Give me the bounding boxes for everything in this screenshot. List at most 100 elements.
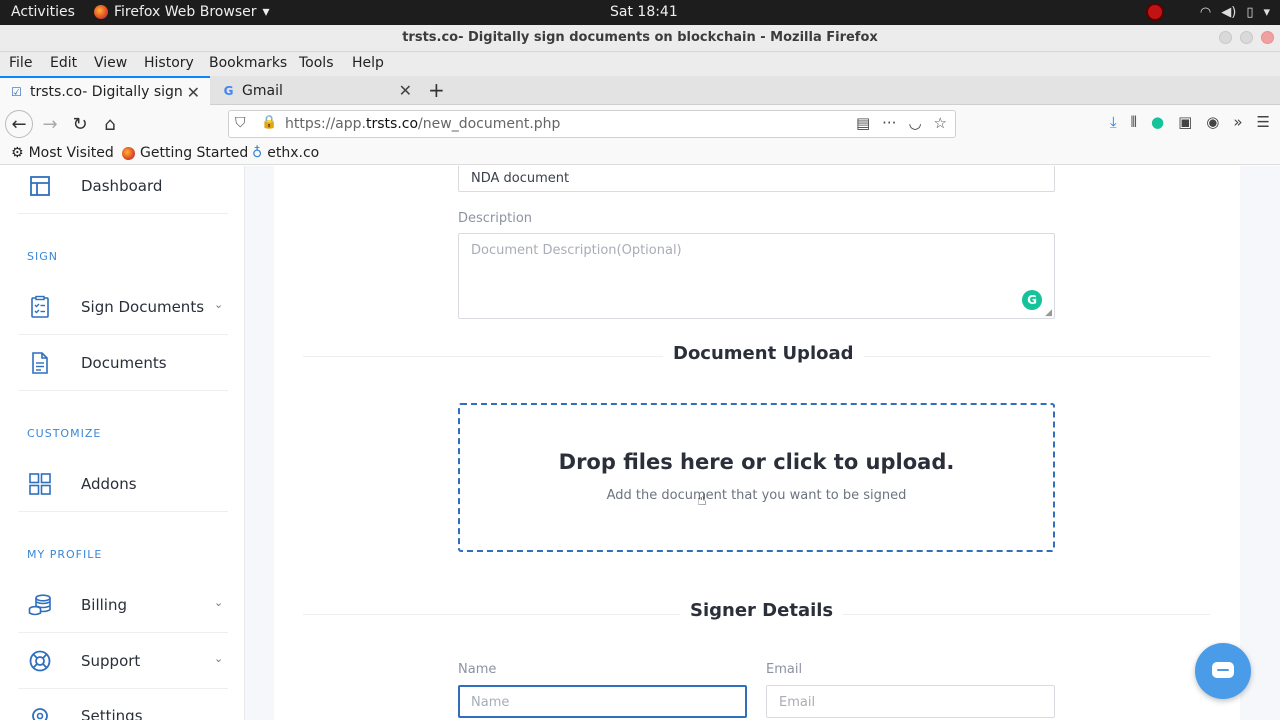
- sidebar-item-addons[interactable]: Addons: [0, 464, 245, 504]
- sidebar-item-label: Dashboard: [81, 177, 163, 195]
- shield-icon[interactable]: ⛉: [235, 115, 246, 131]
- new-tab-button[interactable]: +: [428, 78, 445, 102]
- signer-name-label: Name: [458, 662, 497, 677]
- bookmark-ethx[interactable]: ♁ ethx.co: [252, 145, 319, 161]
- document-title-value: NDA document: [471, 171, 570, 186]
- signer-name-placeholder: Name: [471, 695, 510, 710]
- signer-name-input[interactable]: Name: [458, 685, 747, 718]
- sidebar-item-label: Addons: [81, 475, 137, 493]
- system-tray[interactable]: ◠ ◀) ▯ ▾: [1145, 3, 1280, 21]
- sidebar-item-dashboard[interactable]: Dashboard: [0, 166, 245, 206]
- sidebar-item-label: Billing: [81, 596, 127, 614]
- reload-button[interactable]: ↻: [67, 111, 93, 137]
- trsts-favicon-icon: ☑: [11, 84, 22, 99]
- url-text[interactable]: https://app.trsts.co/new_document.php: [285, 116, 560, 132]
- resize-handle-icon[interactable]: ◢: [1045, 308, 1052, 318]
- maximize-button[interactable]: [1240, 31, 1253, 44]
- tab-label: trsts.co- Digitally sign do: [30, 83, 182, 100]
- close-icon[interactable]: ✕: [187, 83, 200, 102]
- bookmarks-toolbar: ⚙ Most Visited Getting Started ♁ ethx.co: [0, 143, 1280, 165]
- record-indicator-icon[interactable]: [1145, 3, 1164, 21]
- new-document-form: NDA document Description Document Descri…: [274, 166, 1240, 720]
- menu-view[interactable]: View: [94, 55, 127, 71]
- divider: [18, 688, 228, 689]
- chevron-down-icon: ▾: [1263, 4, 1270, 20]
- forward-button[interactable]: →: [37, 111, 63, 137]
- close-icon[interactable]: ✕: [399, 81, 412, 100]
- library-icon[interactable]: ⫴: [1131, 113, 1137, 131]
- url-bar[interactable]: ⛉ 🔒 https://app.trsts.co/new_document.ph…: [228, 110, 956, 138]
- signer-details-heading: Signer Details: [680, 600, 844, 621]
- chat-button[interactable]: [1195, 643, 1251, 699]
- reader-view-icon[interactable]: ▤: [856, 114, 870, 132]
- volume-icon: ◀): [1221, 4, 1237, 20]
- sidebar-item-support[interactable]: Support ⌄: [0, 641, 245, 681]
- file-dropzone[interactable]: Drop files here or click to upload. Add …: [458, 403, 1055, 552]
- app-menu[interactable]: Firefox Web Browser ▾: [94, 4, 270, 20]
- overflow-icon[interactable]: »: [1233, 113, 1242, 131]
- menu-bookmarks[interactable]: Bookmarks: [209, 55, 287, 71]
- grammarly-icon[interactable]: G: [1022, 290, 1042, 310]
- tab-label: Gmail: [242, 82, 283, 99]
- tab-gmail[interactable]: G Gmail ✕: [212, 76, 422, 105]
- coins-icon: [28, 594, 51, 616]
- chevron-down-icon: ▾: [262, 4, 270, 20]
- signer-email-input[interactable]: Email: [766, 685, 1055, 718]
- divider: [18, 334, 228, 335]
- document-icon: [32, 352, 48, 374]
- ethx-icon: ♁: [252, 145, 263, 161]
- sidebar-item-label: Sign Documents: [81, 298, 205, 316]
- divider: [18, 390, 228, 391]
- activities-button[interactable]: Activities: [11, 4, 75, 20]
- close-window-button[interactable]: [1261, 31, 1274, 44]
- lock-icon[interactable]: 🔒: [261, 115, 277, 130]
- section-label-my-profile: MY PROFILE: [27, 548, 103, 561]
- document-upload-heading: Document Upload: [663, 343, 864, 364]
- menu-file[interactable]: File: [9, 55, 32, 71]
- app-menu-label: Firefox Web Browser: [114, 4, 257, 20]
- sidebar-item-documents[interactable]: Documents: [0, 343, 245, 383]
- window-title: trsts.co- Digitally sign documents on bl…: [402, 30, 878, 45]
- bookmark-getting-started[interactable]: Getting Started: [122, 145, 248, 161]
- bookmark-star-icon[interactable]: ☆: [934, 114, 947, 132]
- clock[interactable]: Sat 18:41: [610, 4, 678, 20]
- sidebar-item-sign-documents[interactable]: Sign Documents ⌄: [0, 287, 245, 327]
- more-actions-icon[interactable]: ···: [882, 114, 896, 132]
- document-title-input[interactable]: NDA document: [458, 166, 1055, 192]
- chevron-down-icon: ⌄: [214, 652, 224, 665]
- account-icon[interactable]: ◉: [1206, 113, 1219, 131]
- firefox-icon: [94, 5, 108, 19]
- description-textarea[interactable]: Document Description(Optional) ◢: [458, 233, 1055, 319]
- back-button[interactable]: ←: [5, 110, 33, 138]
- menu-help[interactable]: Help: [352, 55, 384, 71]
- hamburger-menu-icon[interactable]: ☰: [1257, 113, 1270, 131]
- sidebar-item-label: Settings: [81, 707, 143, 720]
- settings-icon: [32, 708, 48, 720]
- menu-tools[interactable]: Tools: [299, 55, 334, 71]
- description-placeholder: Document Description(Optional): [471, 243, 682, 258]
- dropzone-subtitle: Add the document that you want to be sig…: [606, 488, 907, 503]
- tab-trsts[interactable]: ☑ trsts.co- Digitally sign do ✕: [0, 76, 210, 105]
- download-icon[interactable]: ⤓: [1110, 113, 1117, 131]
- google-icon: G: [223, 83, 234, 98]
- sidebar-icon[interactable]: ▣: [1178, 113, 1192, 131]
- sidebar-item-settings[interactable]: Settings: [0, 696, 245, 720]
- sidebar-item-billing[interactable]: Billing ⌄: [0, 585, 245, 625]
- menu-history[interactable]: History: [144, 55, 194, 71]
- battery-icon: ▯: [1246, 4, 1254, 20]
- wifi-icon: ◠: [1199, 4, 1212, 20]
- home-button[interactable]: ⌂: [97, 111, 123, 137]
- menu-bar: File Edit View History Bookmarks Tools H…: [0, 52, 1280, 76]
- signer-email-placeholder: Email: [779, 695, 816, 710]
- firefox-icon: [122, 146, 135, 160]
- minimize-button[interactable]: [1219, 31, 1232, 44]
- pocket-icon[interactable]: ◡: [908, 114, 921, 132]
- chevron-down-icon: ⌄: [214, 298, 224, 311]
- sidebar: Dashboard SIGN Sign Documents ⌄ Document…: [0, 166, 245, 720]
- section-label-sign: SIGN: [27, 250, 58, 263]
- grammarly-icon[interactable]: ●: [1151, 113, 1164, 131]
- menu-edit[interactable]: Edit: [50, 55, 77, 71]
- page-viewport: Dashboard SIGN Sign Documents ⌄ Document…: [0, 166, 1280, 720]
- sidebar-item-label: Documents: [81, 354, 167, 372]
- bookmark-most-visited[interactable]: ⚙ Most Visited: [11, 145, 114, 161]
